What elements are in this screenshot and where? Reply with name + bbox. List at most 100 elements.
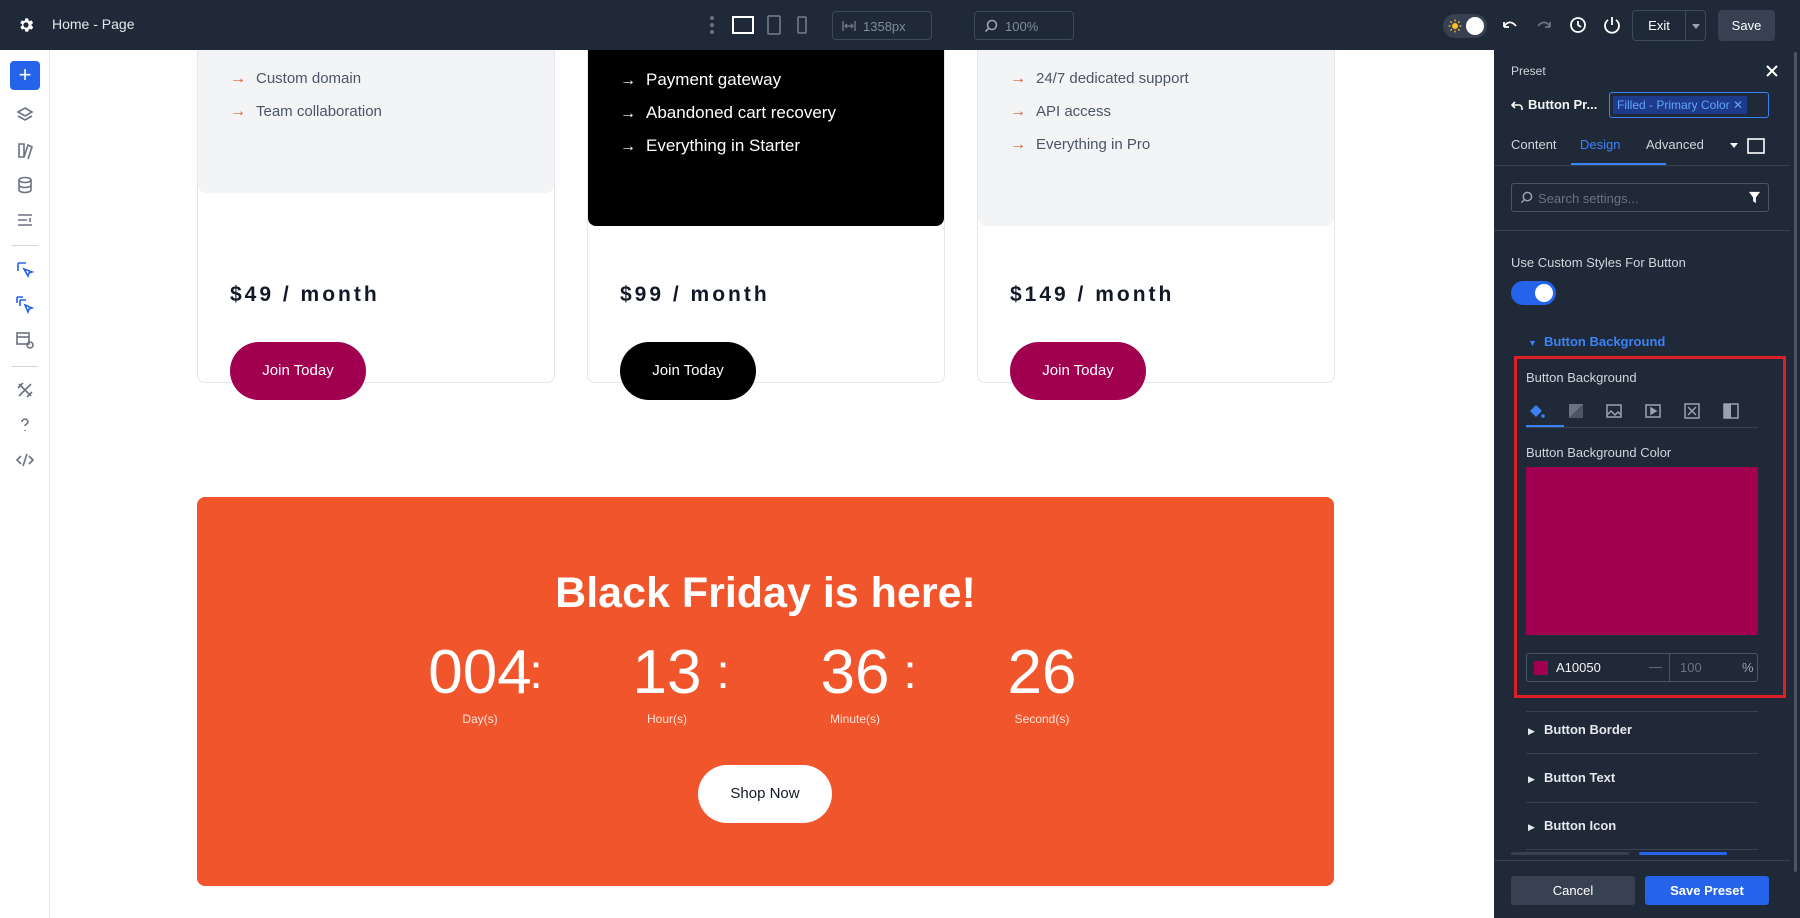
zoom-value: 100% [1005, 19, 1039, 34]
list-settings-icon[interactable] [15, 210, 35, 230]
sidebar-divider [12, 245, 38, 246]
cursor-multi-select-icon[interactable] [15, 295, 35, 315]
feature-item: → Team collaboration [230, 103, 382, 121]
pricing-card-features: → 24/7 dedicated support → API access → Eve… [978, 50, 1334, 226]
close-icon[interactable] [1765, 64, 1779, 78]
feature-item: → Custom domain [230, 70, 361, 88]
feature-item: → Abandoned cart recovery [620, 103, 836, 123]
preset-settings-panel: Preset Button Pr... Filled - Primary Col… [1494, 50, 1800, 918]
join-today-button[interactable]: Join Today [1010, 342, 1146, 400]
active-bg-tab-indicator [1526, 425, 1564, 427]
page-canvas: → Custom domain → Team collaboration $49 /… [50, 50, 1494, 918]
exit-dropdown-toggle[interactable] [1686, 10, 1706, 41]
button-icon-section-header[interactable]: ▶ Button Icon [1528, 818, 1616, 833]
breadcrumb[interactable]: Button Pr... [1528, 97, 1597, 112]
preset-tag: Filled - Primary Color ✕ [1613, 96, 1748, 114]
preset-tag-label: Filled - Primary Color [1617, 98, 1730, 112]
opacity-input[interactable]: 100 % [1670, 653, 1758, 682]
phone-view-icon[interactable] [790, 14, 814, 36]
opacity-unit: % [1742, 660, 1754, 675]
hidden-button-peek [1511, 852, 1629, 855]
tablet-view-icon[interactable] [762, 14, 786, 36]
color-picker-swatch[interactable] [1526, 467, 1758, 635]
button-border-section-header[interactable]: ▶ Button Border [1528, 722, 1632, 737]
caret-right-icon: ▶ [1528, 726, 1535, 736]
help-icon[interactable] [15, 415, 35, 435]
redo-icon[interactable] [1534, 15, 1554, 35]
database-icon[interactable] [15, 175, 35, 195]
save-preset-button[interactable]: Save Preset [1645, 876, 1769, 905]
shop-now-button[interactable]: Shop Now [698, 765, 832, 823]
black-friday-banner: Black Friday is here! 004 Day(s) : 13 Ho… [197, 497, 1334, 886]
pattern-icon[interactable] [1683, 402, 1701, 420]
section-title: Button Text [1544, 770, 1616, 785]
history-clock-icon[interactable] [1568, 15, 1588, 35]
paint-bucket-icon[interactable] [1527, 402, 1545, 420]
gradient-icon[interactable] [1567, 402, 1585, 420]
exit-button[interactable]: Exit [1632, 10, 1686, 41]
button-text-section-header[interactable]: ▶ Button Text [1528, 770, 1615, 785]
more-vertical-icon[interactable] [707, 14, 717, 36]
section-title: Button Background [1544, 334, 1666, 349]
view-options-icon[interactable] [1728, 138, 1768, 154]
join-today-button[interactable]: Join Today [230, 342, 366, 400]
back-arrow-icon[interactable] [1511, 99, 1523, 111]
window-scrollbar[interactable] [1794, 52, 1797, 872]
cancel-button[interactable]: Cancel [1511, 876, 1635, 905]
add-element-button[interactable]: + [10, 61, 40, 90]
clear-color-icon[interactable]: — [1649, 659, 1662, 674]
top-toolbar: Home - Page 1358px 100% Exit Save [0, 0, 1800, 50]
button-background-color-label: Button Background Color [1526, 445, 1672, 460]
countdown-separator: : [716, 646, 730, 699]
pricing-card-features: → Payment gateway → Abandoned cart recover… [588, 50, 944, 226]
tab-content[interactable]: Content [1511, 137, 1557, 152]
undo-icon[interactable] [1500, 15, 1520, 35]
gear-icon[interactable] [17, 16, 35, 34]
feature-text: Everything in Starter [646, 136, 801, 155]
arrow-right-icon: → [620, 72, 636, 89]
settings-search-input[interactable]: Search settings... [1511, 183, 1769, 212]
button-background-section-header[interactable]: ▼ Button Background [1528, 334, 1665, 349]
custom-styles-toggle[interactable] [1511, 281, 1556, 305]
hidden-button-peek [1639, 852, 1727, 855]
price-text: $149 / month [1010, 283, 1175, 306]
layers-icon[interactable] [15, 105, 35, 125]
power-icon[interactable] [1602, 15, 1622, 35]
tab-design[interactable]: Design [1580, 137, 1620, 152]
button-background-label: Button Background [1526, 370, 1637, 385]
countdown-days-label: Day(s) [462, 712, 498, 726]
canvas-width-field[interactable]: 1358px [832, 11, 932, 40]
image-icon[interactable] [1605, 402, 1623, 420]
section-title: Button Border [1544, 722, 1633, 737]
pricing-card: → Payment gateway → Abandoned cart recover… [587, 50, 945, 400]
color-chip [1534, 661, 1548, 675]
code-icon[interactable] [15, 450, 35, 470]
tab-advanced[interactable]: Advanced [1646, 137, 1704, 152]
mask-icon[interactable] [1722, 402, 1740, 420]
pages-icon[interactable] [15, 140, 35, 160]
video-icon[interactable] [1644, 402, 1662, 420]
section-divider [1526, 711, 1758, 712]
price-text: $99 / month [620, 283, 770, 306]
feature-item: → API access [1010, 103, 1111, 121]
theme-toggle-knob [1466, 17, 1484, 35]
feature-text: API access [1036, 103, 1112, 120]
tools-icon[interactable] [15, 380, 35, 400]
template-preview-icon[interactable] [15, 330, 35, 350]
remove-preset-icon[interactable]: ✕ [1733, 98, 1743, 112]
theme-toggle[interactable] [1443, 14, 1487, 38]
desktop-view-icon[interactable] [731, 14, 755, 36]
filter-icon[interactable] [1748, 191, 1761, 204]
cursor-select-icon[interactable] [15, 260, 35, 280]
section-title: Button Icon [1544, 818, 1617, 833]
hex-color-input[interactable]: A10050 — [1526, 653, 1670, 682]
zoom-field[interactable]: 100% [974, 11, 1074, 40]
preset-selector[interactable]: Filled - Primary Color ✕ [1609, 92, 1769, 118]
join-today-button[interactable]: Join Today [620, 342, 756, 400]
sun-icon [1448, 19, 1462, 33]
section-divider [1526, 849, 1758, 850]
page-title: Home - Page [52, 16, 135, 32]
left-sidebar: + [0, 50, 50, 918]
price-text: $49 / month [230, 283, 380, 306]
save-button[interactable]: Save [1718, 10, 1775, 41]
